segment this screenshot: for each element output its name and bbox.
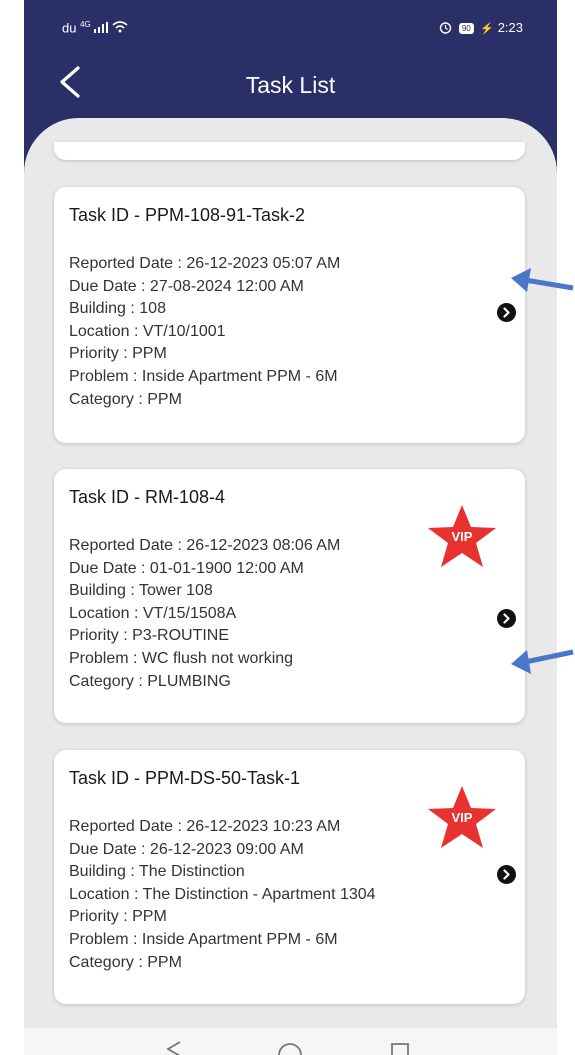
arrow-left-icon	[511, 268, 574, 292]
task-id: Task ID - PPM-DS-50-Task-1	[69, 768, 301, 788]
category: Category : PPM	[69, 390, 182, 408]
system-nav-bar	[24, 1028, 557, 1055]
priority: Priority : P3-ROUTINE	[69, 627, 230, 645]
building: Building : Tower 108	[69, 582, 213, 600]
building: Building : The Distinction	[69, 863, 245, 881]
reported-date: Reported Date : 26-12-2023 05:07 AM	[69, 255, 341, 272]
chevron-right-circle-icon[interactable]	[497, 609, 516, 628]
charging-icon: ⚡	[480, 23, 495, 35]
phone-screen: du 4G 90 ⚡ 2:23 Task List Task ID - PPM-…	[24, 0, 557, 1055]
task-card[interactable]: Task ID - PPM-DS-50-Task-1 Reported Date…	[54, 750, 525, 1004]
priority: Priority : PPM	[69, 345, 167, 363]
star-badge-icon: VIP	[428, 505, 496, 567]
category: Category : PPM	[69, 953, 182, 971]
square-recents-icon[interactable]	[390, 1042, 410, 1055]
chevron-right-circle-icon[interactable]	[497, 865, 516, 884]
carrier-label: du	[62, 20, 77, 36]
clock-time: 2:23	[497, 20, 523, 35]
arrow-left-icon	[511, 649, 574, 674]
signal-icon	[94, 22, 109, 34]
reported-date: Reported Date : 26-12-2023 10:23 AM	[69, 818, 341, 835]
location: Location : VT/15/1508A	[69, 604, 237, 622]
task-card-partial[interactable]	[54, 142, 525, 160]
wifi-icon	[112, 21, 128, 33]
status-right: 90 ⚡ 2:23	[439, 20, 523, 35]
problem: Problem : Inside Apartment PPM - 6M	[69, 367, 338, 385]
status-bar: du 4G 90 ⚡ 2:23	[24, 0, 557, 50]
status-left: du 4G	[62, 20, 128, 35]
priority: Priority : PPM	[69, 908, 167, 926]
reported-date: Reported Date : 26-12-2023 08:06 AM	[69, 537, 341, 554]
vip-label: VIP	[452, 810, 473, 825]
task-id: Task ID - PPM-108-91-Task-2	[69, 205, 306, 225]
network-type: 4G	[80, 20, 91, 29]
location: Location : VT/10/1001	[69, 322, 226, 340]
battery-level: 90	[461, 24, 471, 33]
due-date: Due Date : 27-08-2024 12:00 AM	[69, 277, 304, 295]
task-id: Task ID - RM-108-4	[69, 487, 226, 507]
vip-label: VIP	[452, 529, 473, 544]
task-fields: Reported Date : 26-12-2023 10:23 AM Due …	[69, 816, 376, 974]
page-title: Task List	[245, 72, 336, 98]
task-card[interactable]: Task ID - PPM-108-91-Task-2 Reported Dat…	[54, 187, 525, 443]
triangle-back-icon[interactable]	[164, 1041, 184, 1055]
star-badge-icon: VIP	[428, 786, 496, 848]
task-fields: Reported Date : 26-12-2023 05:07 AM Due …	[69, 253, 340, 411]
problem: Problem : WC flush not working	[69, 649, 294, 667]
circle-home-icon[interactable]	[277, 1041, 303, 1055]
task-card[interactable]: Task ID - RM-108-4 Reported Date : 26-12…	[54, 469, 525, 723]
task-fields: Reported Date : 26-12-2023 08:06 AM Due …	[69, 535, 340, 693]
due-date: Due Date : 26-12-2023 09:00 AM	[69, 840, 304, 858]
alarm-icon	[440, 22, 452, 34]
due-date: Due Date : 01-01-1900 12:00 AM	[69, 559, 304, 577]
category: Category : PLUMBING	[69, 672, 231, 690]
location: Location : The Distinction - Apartment 1…	[69, 885, 376, 903]
chevron-right-circle-icon[interactable]	[497, 303, 516, 322]
problem: Problem : Inside Apartment PPM - 6M	[69, 930, 338, 948]
battery-icon: 90	[458, 23, 474, 34]
building: Building : 108	[69, 300, 166, 318]
